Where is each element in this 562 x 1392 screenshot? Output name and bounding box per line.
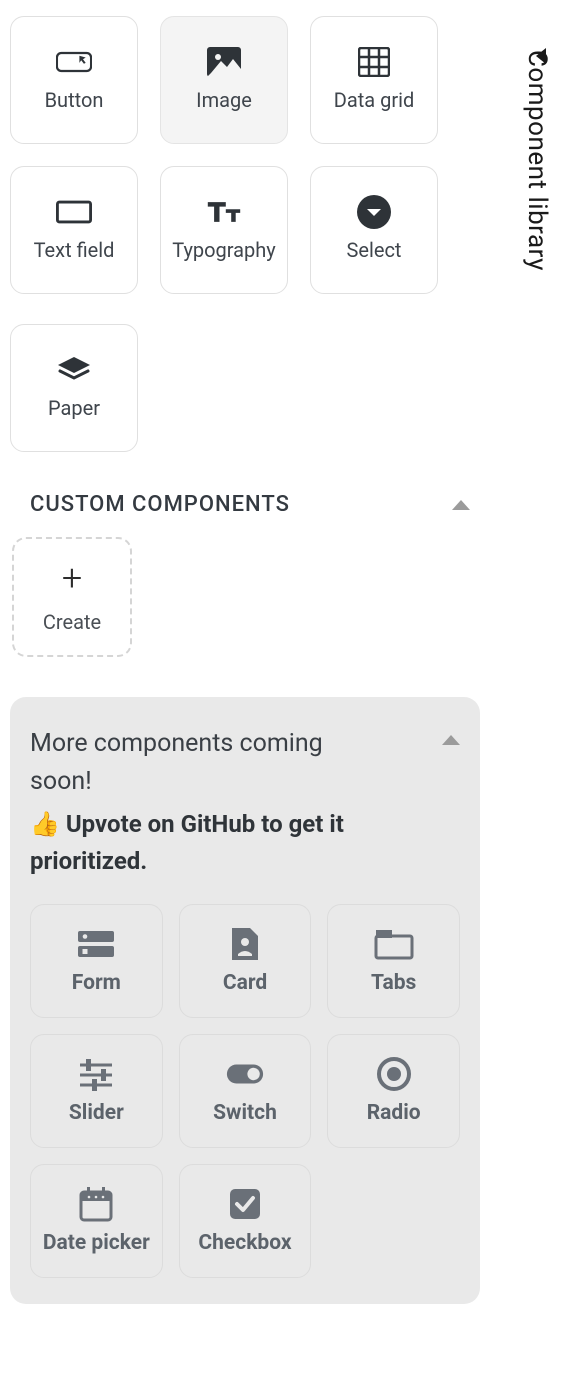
chevron-up-icon: [452, 500, 470, 510]
data-grid-icon: [356, 48, 392, 76]
create-label: Create: [43, 610, 101, 634]
select-icon: [356, 198, 392, 226]
upvote-text: Upvote on GitHub to get it prioritized.: [30, 810, 344, 875]
thumbs-up-emoji: 👍: [30, 810, 60, 838]
future-checkbox[interactable]: Checkbox: [179, 1164, 312, 1278]
coming-soon-subtitle: 👍 Upvote on GitHub to get it prioritized…: [30, 806, 460, 880]
future-card[interactable]: Card: [179, 904, 312, 1018]
radio-icon: [374, 1057, 414, 1091]
future-label: Card: [223, 971, 267, 995]
component-select[interactable]: Select: [310, 166, 438, 294]
card-icon: [225, 927, 265, 961]
component-label: Button: [45, 88, 104, 112]
component-grid-row2: Paper: [10, 324, 480, 452]
slider-icon: [76, 1057, 116, 1091]
component-text-field[interactable]: Text field: [10, 166, 138, 294]
coming-soon-title: More components coming soon!: [30, 725, 370, 800]
component-typography[interactable]: Typography: [160, 166, 288, 294]
future-label: Radio: [367, 1101, 421, 1125]
component-label: Select: [347, 238, 402, 262]
panel-title: Component library: [522, 50, 552, 271]
custom-components-header[interactable]: CUSTOM COMPONENTS: [10, 452, 480, 537]
future-label: Form: [72, 971, 121, 995]
future-label: Tabs: [371, 971, 416, 995]
future-label: Switch: [213, 1101, 277, 1125]
future-label: Checkbox: [198, 1231, 291, 1255]
component-grid: Button Image Data grid Text field Typogr: [10, 16, 480, 294]
component-data-grid[interactable]: Data grid: [310, 16, 438, 144]
future-date-picker[interactable]: Date picker: [30, 1164, 163, 1278]
future-slider[interactable]: Slider: [30, 1034, 163, 1148]
future-switch[interactable]: Switch: [179, 1034, 312, 1148]
switch-icon: [225, 1057, 265, 1091]
future-components-grid: Form Card Tabs Slider: [30, 904, 460, 1278]
tabs-icon: [374, 927, 414, 961]
future-label: Date picker: [43, 1231, 150, 1255]
create-component-button[interactable]: + Create: [12, 537, 132, 657]
component-label: Paper: [48, 396, 100, 420]
future-label: Slider: [69, 1101, 124, 1125]
form-icon: [76, 927, 116, 961]
chevron-up-icon: [442, 735, 460, 745]
component-paper[interactable]: Paper: [10, 324, 138, 452]
component-image[interactable]: Image: [160, 16, 288, 144]
button-icon: [56, 48, 92, 76]
component-label: Data grid: [334, 88, 415, 112]
image-icon: [206, 48, 242, 76]
future-radio[interactable]: Radio: [327, 1034, 460, 1148]
component-label: Text field: [34, 238, 115, 262]
plus-icon: +: [62, 560, 82, 596]
text-field-icon: [56, 198, 92, 226]
typography-icon: [206, 198, 242, 226]
component-label: Typography: [172, 238, 276, 262]
custom-components-heading: CUSTOM COMPONENTS: [30, 492, 290, 517]
date-picker-icon: [76, 1187, 116, 1221]
component-button[interactable]: Button: [10, 16, 138, 144]
coming-soon-header[interactable]: More components coming soon!: [30, 725, 460, 800]
component-label: Image: [196, 88, 252, 112]
coming-soon-panel: More components coming soon! 👍 Upvote on…: [10, 697, 480, 1304]
component-library-panel: Button Image Data grid Text field Typogr: [0, 0, 490, 1314]
future-tabs[interactable]: Tabs: [327, 904, 460, 1018]
future-form[interactable]: Form: [30, 904, 163, 1018]
paper-icon: [56, 356, 92, 384]
checkbox-icon: [225, 1187, 265, 1221]
